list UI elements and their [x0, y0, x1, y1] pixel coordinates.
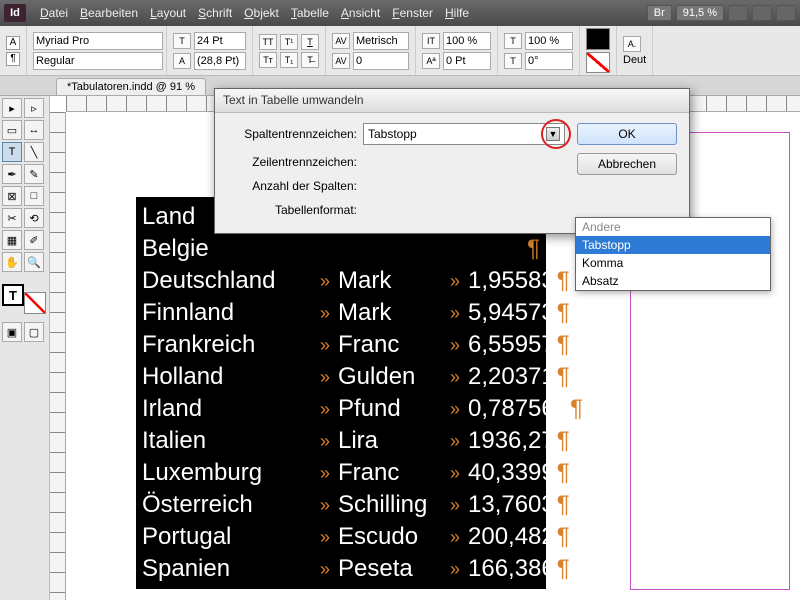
para-mode-icon[interactable]: ¶: [6, 52, 20, 66]
arrange-icon[interactable]: [776, 5, 796, 21]
menu-layout[interactable]: Layout: [144, 6, 192, 20]
vscale-input[interactable]: [443, 32, 491, 50]
hand-tool[interactable]: ✋: [2, 252, 22, 272]
preview-view-icon[interactable]: ▢: [24, 322, 44, 342]
rectangle-tool[interactable]: □: [24, 186, 44, 206]
leading-input[interactable]: [194, 52, 246, 70]
kerning-input[interactable]: [353, 32, 409, 50]
menu-ansicht[interactable]: Ansicht: [335, 6, 386, 20]
underline-icon[interactable]: T: [301, 34, 319, 50]
numcols-label: Anzahl der Spalten:: [227, 179, 357, 193]
format-label: Tabellenformat:: [227, 203, 357, 217]
dropdown-option[interactable]: Tabstopp: [576, 236, 770, 254]
normal-view-icon[interactable]: ▣: [2, 322, 22, 342]
app-logo: Id: [4, 4, 26, 22]
menu-datei[interactable]: Datei: [34, 6, 74, 20]
gradient-tool[interactable]: ▦: [2, 230, 22, 250]
dialog-title[interactable]: Text in Tabelle umwandeln: [215, 89, 689, 113]
tracking-input[interactable]: [353, 52, 409, 70]
document-tab[interactable]: *Tabulatoren.indd @ 91 %: [56, 78, 206, 95]
dropdown-option[interactable]: Komma: [576, 254, 770, 272]
hscale-icon: T: [504, 33, 522, 49]
eyedropper-tool[interactable]: ✐: [24, 230, 44, 250]
rectangle-frame-tool[interactable]: ⊠: [2, 186, 22, 206]
baseline-input[interactable]: [443, 52, 491, 70]
control-panel: A ¶ T A TTT¹T TᴛT₁T̶ AV AV IT Aª T T A. …: [0, 26, 800, 76]
foreground-swatch[interactable]: T: [2, 284, 24, 306]
zoom-level[interactable]: 91,5 %: [676, 5, 724, 21]
menu-fenster[interactable]: Fenster: [386, 6, 439, 20]
font-style-input[interactable]: [33, 52, 163, 70]
menu-objekt[interactable]: Objekt: [238, 6, 285, 20]
smallcaps-icon[interactable]: Tᴛ: [259, 52, 277, 68]
skew-input[interactable]: [525, 52, 573, 70]
screen-mode-icon[interactable]: [752, 5, 772, 21]
free-transform-tool[interactable]: ⟲: [24, 208, 44, 228]
caps-icon[interactable]: TT: [259, 34, 277, 50]
menu-schrift[interactable]: Schrift: [192, 6, 238, 20]
colsep-select[interactable]: Tabstopp ▼: [363, 123, 565, 145]
leading-icon: A: [173, 53, 191, 69]
zoom-tool[interactable]: 🔍: [24, 252, 44, 272]
background-swatch[interactable]: [24, 292, 46, 314]
rowsep-label: Zeilentrennzeichen:: [227, 155, 357, 169]
menu-hilfe[interactable]: Hilfe: [439, 6, 475, 20]
convert-text-to-table-dialog: Text in Tabelle umwandeln Spaltentrennze…: [214, 88, 690, 234]
stroke-color[interactable]: [586, 52, 610, 74]
subscript-icon[interactable]: T₁: [280, 52, 298, 68]
line-tool[interactable]: ╲: [24, 142, 44, 162]
selection-tool[interactable]: ▸: [2, 98, 22, 118]
dropdown-option[interactable]: Absatz: [576, 272, 770, 290]
kerning-icon: AV: [332, 33, 350, 49]
text-frame[interactable]: Land¶Belgie¶Deutschland»Mark»1,95583¶Fin…: [136, 197, 546, 589]
char-mode-icon[interactable]: A: [6, 36, 20, 50]
colsep-dropdown[interactable]: AndereTabstoppKommaAbsatz: [575, 217, 771, 291]
tracking-icon: AV: [332, 53, 350, 69]
font-size-input[interactable]: [194, 32, 246, 50]
charstyle-icon: A.: [623, 36, 641, 52]
menubar: Id Datei Bearbeiten Layout Schrift Objek…: [0, 0, 800, 26]
dropdown-option[interactable]: Andere: [576, 218, 770, 236]
pencil-tool[interactable]: ✎: [24, 164, 44, 184]
vertical-ruler[interactable]: [50, 112, 66, 600]
baseline-icon: Aª: [422, 53, 440, 69]
type-tool[interactable]: T: [2, 142, 22, 162]
view-mode-icon[interactable]: [728, 5, 748, 21]
page-tool[interactable]: ▭: [2, 120, 22, 140]
superscript-icon[interactable]: T¹: [280, 34, 298, 50]
toolbox: ▸ ▹ ▭ ↔ T ╲ ✒ ✎ ⊠ □ ✂ ⟲ ▦ ✐ ✋ 🔍 T ▣ ▢: [0, 96, 50, 600]
skew-icon: T: [504, 53, 522, 69]
vscale-icon: IT: [422, 33, 440, 49]
dropdown-arrow-icon[interactable]: ▼: [546, 127, 560, 141]
strike-icon[interactable]: T̶: [301, 52, 319, 68]
language-label[interactable]: Deut: [623, 54, 646, 66]
direct-selection-tool[interactable]: ▹: [24, 98, 44, 118]
font-family-input[interactable]: [33, 32, 163, 50]
menu-tabelle[interactable]: Tabelle: [285, 6, 335, 20]
scissors-tool[interactable]: ✂: [2, 208, 22, 228]
fill-color[interactable]: [586, 28, 610, 50]
hscale-input[interactable]: [525, 32, 573, 50]
ok-button[interactable]: OK: [577, 123, 677, 145]
cancel-button[interactable]: Abbrechen: [577, 153, 677, 175]
menu-bearbeiten[interactable]: Bearbeiten: [74, 6, 144, 20]
font-size-icon: T: [173, 33, 191, 49]
bridge-button[interactable]: Br: [647, 5, 672, 21]
colsep-label: Spaltentrennzeichen:: [227, 127, 357, 141]
colsep-value: Tabstopp: [368, 127, 417, 141]
color-swatch[interactable]: T: [2, 284, 46, 314]
pen-tool[interactable]: ✒: [2, 164, 22, 184]
gap-tool[interactable]: ↔: [24, 120, 44, 140]
